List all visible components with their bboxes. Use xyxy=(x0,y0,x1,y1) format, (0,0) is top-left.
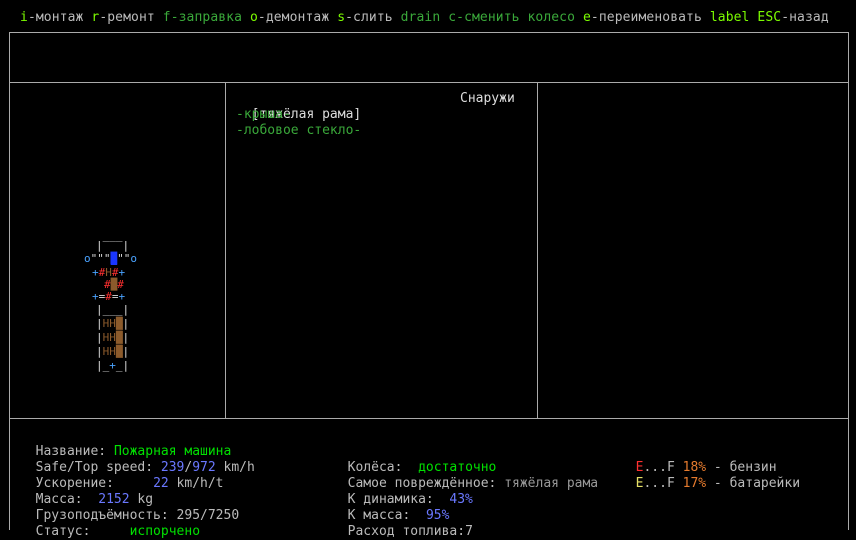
top-message-panel xyxy=(9,32,849,83)
hint-s[interactable]: s-слить xyxy=(337,10,393,25)
vehicle-cargo: |HH█| |HH█| |HH█| |_+_| xyxy=(96,317,130,372)
status-value: испорчено xyxy=(129,524,201,539)
part-location: Снаружи xyxy=(460,91,515,106)
vehicle-row-axle-front: o"""█""o xyxy=(84,252,137,265)
vehicle-row-3: #█# xyxy=(104,278,124,291)
hint-e[interactable]: e-переименовать xyxy=(583,10,702,25)
hint-o[interactable]: o-демонтаж xyxy=(250,10,329,25)
info-status-row: Статус: испорчено xyxy=(35,524,201,539)
hint-c[interactable]: c-сменить колесо xyxy=(448,10,575,25)
vehicle-row-5: |___| xyxy=(96,303,130,316)
vehicle-row-4: +=#=+ xyxy=(92,290,126,303)
vehicle-row-2: +#H#+ xyxy=(92,266,126,279)
hint-r[interactable]: r-ремонт xyxy=(91,10,154,25)
hint-f[interactable]: f-заправка xyxy=(163,10,242,25)
key-hint-bar: i-монтаж r-ремонт f-заправка o-демонтаж … xyxy=(20,10,829,26)
hint-esc[interactable]: ESC-назад xyxy=(757,10,828,25)
part-item-windshield[interactable]: -лобовое стекло- xyxy=(236,123,361,139)
part-item-roof[interactable]: -крыша- xyxy=(236,107,291,123)
vehicle-map[interactable]: |‾‾‾| o"""█""o +#H#+ #█# +=#=+ |___| |HH… xyxy=(84,240,144,390)
hint-label[interactable]: label xyxy=(710,10,750,25)
vehicle-frame-top: |‾‾‾| xyxy=(96,239,130,252)
info-fuel-use-row: Расход топлива:7 xyxy=(347,524,473,539)
tank-battery-row: E...F 17% - батарейки xyxy=(635,476,801,491)
part-details-panel xyxy=(537,82,849,419)
hint-i[interactable]: i-монтаж xyxy=(20,10,83,25)
hint-drain[interactable]: drain xyxy=(401,10,441,25)
